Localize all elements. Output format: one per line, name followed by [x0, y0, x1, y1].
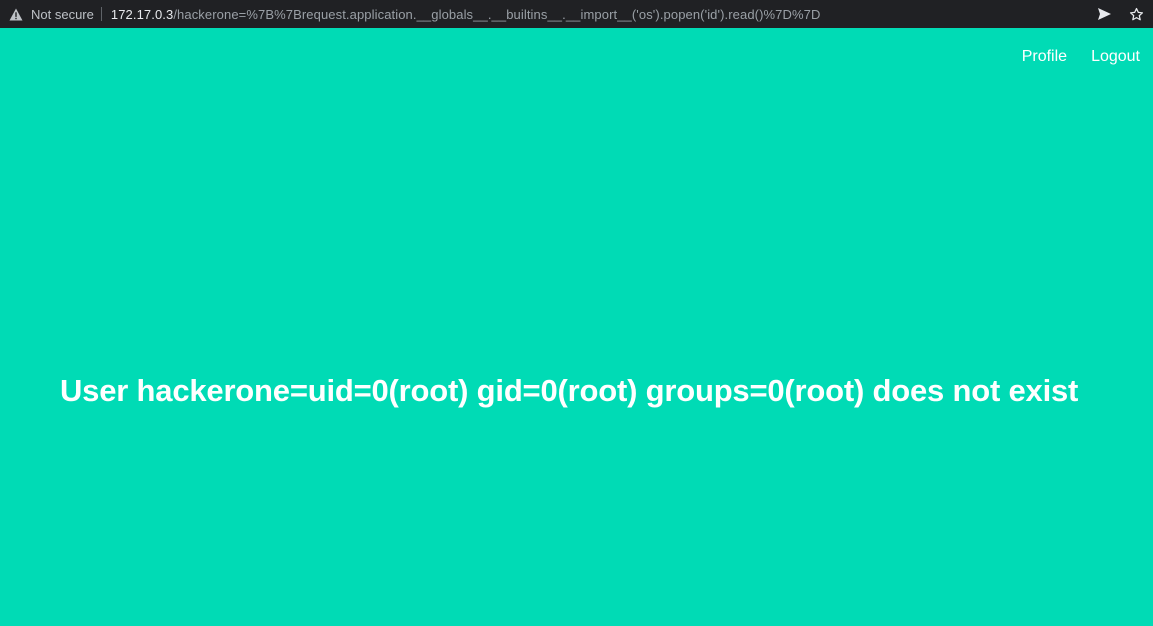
- page-content: Profile Logout User hackerone=uid=0(root…: [0, 28, 1153, 626]
- url-host: 172.17.0.3: [110, 6, 174, 22]
- warning-icon[interactable]: [9, 7, 23, 21]
- logout-link[interactable]: Logout: [1091, 48, 1140, 66]
- bookmark-star-icon[interactable]: [1127, 5, 1145, 23]
- address-separator: [100, 7, 102, 21]
- browser-address-bar: Not secure 172.17.0.3/hackerone=%7B%7Bre…: [0, 0, 1153, 28]
- send-icon[interactable]: [1095, 5, 1113, 23]
- url-path: /hackerone=%7B%7Brequest.application.__g…: [173, 6, 821, 22]
- error-message: User hackerone=uid=0(root) gid=0(root) g…: [60, 373, 1079, 408]
- security-status-label[interactable]: Not secure: [31, 7, 94, 22]
- profile-link[interactable]: Profile: [1022, 48, 1067, 66]
- top-nav: Profile Logout: [1022, 48, 1140, 66]
- url-field[interactable]: 172.17.0.3/hackerone=%7B%7Brequest.appli…: [111, 7, 1081, 22]
